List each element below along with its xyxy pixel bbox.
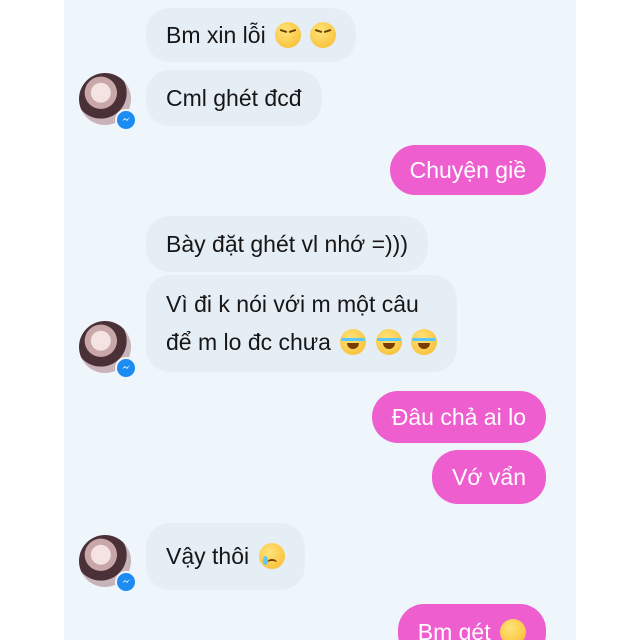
message-text: Bày đặt ghét vl nhớ =))) <box>166 231 409 257</box>
message-text: Vậy thôi <box>166 543 250 569</box>
outgoing-message[interactable]: Đâu chả ai lo <box>371 391 546 443</box>
incoming-message[interactable]: Bày đặt ghét vl nhớ =))) <box>146 216 429 272</box>
avatar[interactable] <box>79 535 137 593</box>
message-text: Bm xin lỗi <box>166 22 266 48</box>
avatar[interactable] <box>79 321 137 379</box>
message-text: Đâu chả ai lo <box>391 404 526 430</box>
angry-face-icon <box>310 22 337 48</box>
chat-thread: Bm xin lỗi Cml ghét đcđ Chuyện giề Bày đ… <box>64 0 576 640</box>
message-text: Chuyện giề <box>409 157 526 183</box>
incoming-message[interactable]: Vậy thôi <box>146 523 305 590</box>
outgoing-message[interactable]: Chuyện giề <box>389 145 546 195</box>
message-text: Vớ vẩn <box>452 464 526 490</box>
message-text-line: để m lo đc chưa <box>166 323 438 361</box>
messenger-icon <box>115 109 137 131</box>
messenger-icon <box>115 357 137 379</box>
angry-face-icon <box>275 22 302 48</box>
outgoing-message[interactable]: Vớ vẩn <box>432 450 546 504</box>
avatar[interactable] <box>79 73 137 131</box>
laughing-face-icon <box>375 329 402 355</box>
laughing-face-icon <box>340 329 367 355</box>
message-text: để m lo đc chưa <box>166 329 331 355</box>
crying-face-icon <box>258 543 285 569</box>
outgoing-message[interactable]: Bm gét <box>397 604 546 640</box>
messenger-icon <box>115 571 137 593</box>
message-text: Vì đi k nói với m một câu <box>166 291 419 317</box>
laughing-face-icon <box>411 329 438 355</box>
smiling-face-icon <box>500 619 526 640</box>
incoming-message[interactable]: Cml ghét đcđ <box>146 70 322 126</box>
incoming-message[interactable]: Bm xin lỗi <box>146 8 357 62</box>
message-text: Cml ghét đcđ <box>166 85 302 111</box>
message-text: Bm gét <box>417 619 491 640</box>
incoming-message[interactable]: Vì đi k nói với m một câu để m lo đc chư… <box>146 275 458 372</box>
